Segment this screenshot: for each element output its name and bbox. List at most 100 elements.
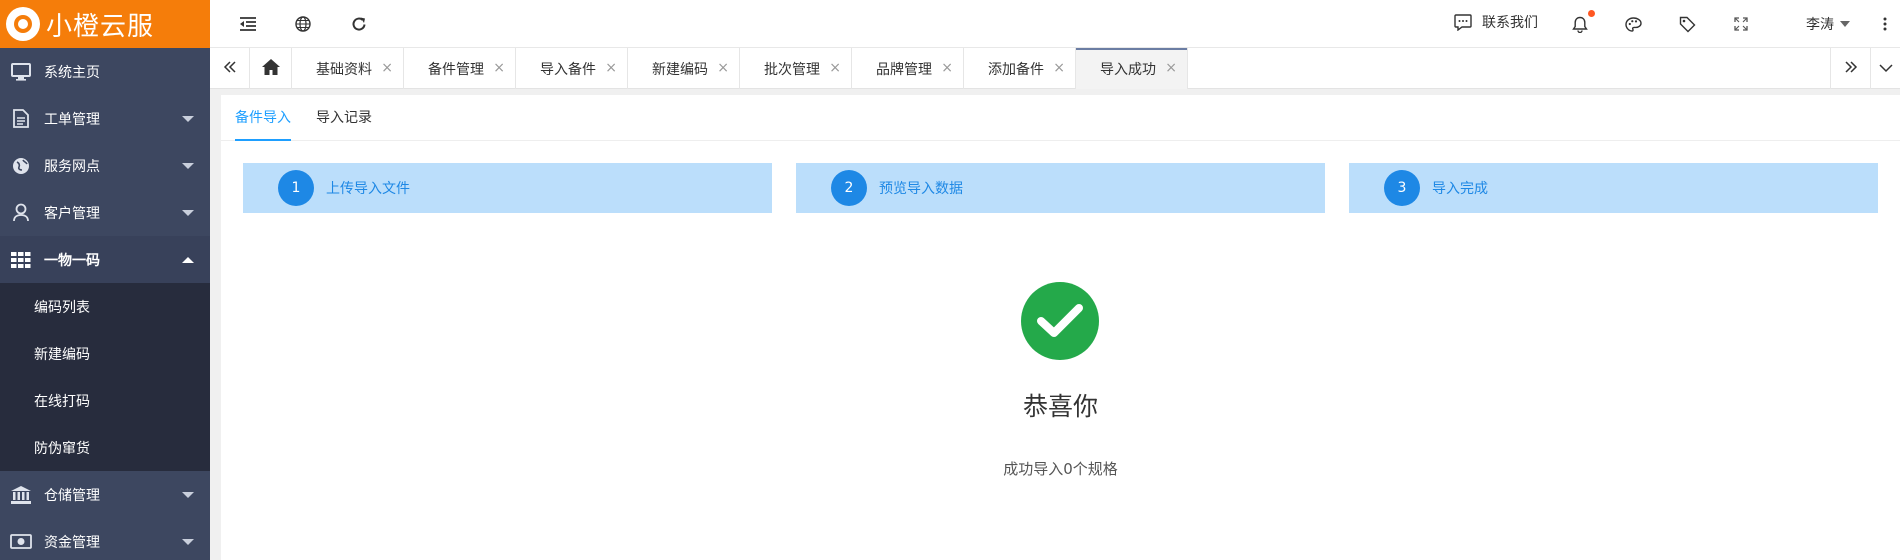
result-title: 恭喜你: [1022, 392, 1098, 421]
submenu-item-online-print[interactable]: 在线打码: [0, 377, 210, 424]
sidebar-item-customers[interactable]: 客户管理: [0, 189, 210, 236]
tab-parts-import[interactable]: 备件导入: [235, 95, 291, 141]
submenu-item-new-code[interactable]: 新建编码: [0, 330, 210, 377]
top-bar: 联系我们 李涛: [210, 0, 1900, 48]
palette-icon[interactable]: [1622, 13, 1644, 35]
sidebar-item-funds[interactable]: 资金管理: [0, 518, 210, 560]
caret-down-icon: [1840, 21, 1850, 27]
fullscreen-icon[interactable]: [1730, 13, 1752, 35]
chat-icon: [1454, 13, 1472, 31]
close-icon[interactable]: ×: [829, 60, 841, 76]
home-icon: [261, 58, 280, 79]
contact-us-button[interactable]: 联系我们: [1444, 12, 1538, 32]
tab-label: 备件管理: [428, 61, 484, 78]
sidebar-item-label: 系统主页: [44, 64, 100, 81]
notification-dot: [1588, 10, 1595, 17]
tab-label: 导入备件: [540, 61, 596, 78]
double-chevron-right-icon: [1844, 60, 1858, 78]
tab-label: 基础资料: [316, 61, 372, 78]
page-tabs-bar: 基础资料 × 备件管理 × 导入备件 × 新建编码 × 批次管理 × 品牌管理 …: [210, 48, 1900, 89]
brand-logo[interactable]: 小橙云服: [0, 0, 210, 48]
refresh-icon[interactable]: [348, 13, 370, 35]
close-icon[interactable]: ×: [381, 60, 393, 76]
main-content: 备件导入 导入记录 1 上传导入文件 2 预览导入数据 3 导入完成 恭喜你 成…: [221, 95, 1900, 560]
tab-label: 导入成功: [1100, 61, 1156, 78]
step-label: 预览导入数据: [879, 181, 963, 197]
step-upload: 1 上传导入文件: [243, 163, 772, 213]
tab-home[interactable]: [250, 48, 292, 89]
globe-icon[interactable]: [292, 13, 314, 35]
tab-import-records[interactable]: 导入记录: [316, 95, 372, 141]
chevron-down-icon: [182, 209, 194, 216]
double-chevron-left-icon: [223, 60, 237, 78]
globe-icon: [10, 155, 32, 177]
menu-fold-icon[interactable]: [237, 13, 259, 35]
close-icon[interactable]: ×: [941, 60, 953, 76]
money-icon: [10, 531, 32, 553]
user-icon: [10, 202, 32, 224]
step-number: 2: [831, 170, 867, 206]
document-icon: [10, 108, 32, 130]
tab-parts-management[interactable]: 备件管理 ×: [404, 48, 516, 89]
step-preview: 2 预览导入数据: [796, 163, 1325, 213]
bank-icon: [10, 484, 32, 506]
user-menu[interactable]: 李涛: [1806, 14, 1850, 34]
sidebar-item-warehouse[interactable]: 仓储管理: [0, 471, 210, 518]
step-number: 1: [278, 170, 314, 206]
import-steps: 1 上传导入文件 2 预览导入数据 3 导入完成: [243, 163, 1878, 213]
tab-basic-data[interactable]: 基础资料 ×: [292, 48, 404, 89]
grid-icon: [10, 249, 32, 271]
tab-import-parts[interactable]: 导入备件 ×: [516, 48, 628, 89]
sidebar-item-label: 一物一码: [44, 252, 100, 269]
chevron-down-icon: [182, 115, 194, 122]
tab-label: 添加备件: [988, 61, 1044, 78]
submenu-item-anti-counterfeit[interactable]: 防伪窜货: [0, 424, 210, 471]
tag-icon[interactable]: [1676, 13, 1698, 35]
close-icon[interactable]: ×: [1165, 60, 1177, 76]
sidebar-item-service-outlets[interactable]: 服务网点: [0, 142, 210, 189]
tab-label: 新建编码: [652, 61, 708, 78]
sidebar-item-label: 仓储管理: [44, 487, 100, 504]
submenu-item-code-list[interactable]: 编码列表: [0, 283, 210, 330]
bell-icon[interactable]: [1569, 10, 1595, 35]
close-icon[interactable]: ×: [717, 60, 729, 76]
close-icon[interactable]: ×: [1053, 60, 1065, 76]
sidebar-item-home[interactable]: 系统主页: [0, 48, 210, 95]
tab-import-success[interactable]: 导入成功 ×: [1076, 48, 1188, 89]
tab-label: 品牌管理: [876, 61, 932, 78]
sidebar-item-label: 客户管理: [44, 205, 100, 222]
tab-add-parts[interactable]: 添加备件 ×: [964, 48, 1076, 89]
tab-batch-management[interactable]: 批次管理 ×: [740, 48, 852, 89]
sub-tabs: 备件导入 导入记录: [221, 95, 1900, 141]
chevron-up-icon: [182, 256, 194, 263]
chevron-down-icon: [182, 538, 194, 545]
tabs-scroll-right-button[interactable]: [1830, 48, 1870, 89]
result-message: 成功导入0个规格: [1003, 460, 1118, 478]
sidebar-item-label: 资金管理: [44, 534, 100, 551]
step-number: 3: [1384, 170, 1420, 206]
tab-label: 批次管理: [764, 61, 820, 78]
tab-brand-management[interactable]: 品牌管理 ×: [852, 48, 964, 89]
chevron-down-icon: [182, 162, 194, 169]
step-label: 导入完成: [1432, 181, 1488, 197]
submenu-one-code: 编码列表 新建编码 在线打码 防伪窜货: [0, 283, 210, 471]
more-icon[interactable]: [1874, 13, 1896, 35]
close-icon[interactable]: ×: [605, 60, 617, 76]
close-icon[interactable]: ×: [493, 60, 505, 76]
tabs-scroll-left-button[interactable]: [210, 48, 250, 89]
sidebar-item-one-code[interactable]: 一物一码: [0, 236, 210, 283]
step-label: 上传导入文件: [326, 181, 410, 197]
sidebar-item-work-orders[interactable]: 工单管理: [0, 95, 210, 142]
sidebar-item-label: 服务网点: [44, 158, 100, 175]
contact-us-label: 联系我们: [1482, 15, 1538, 31]
tab-new-code[interactable]: 新建编码 ×: [628, 48, 740, 89]
chevron-down-icon: [1878, 61, 1893, 77]
user-name: 李涛: [1806, 17, 1834, 33]
sidebar-item-label: 工单管理: [44, 111, 100, 128]
success-check-icon: [1021, 282, 1099, 360]
step-complete: 3 导入完成: [1349, 163, 1878, 213]
logo-icon: [6, 7, 40, 41]
tabs-dropdown-button[interactable]: [1870, 48, 1900, 89]
brand-name: 小橙云服: [46, 11, 155, 42]
chevron-down-icon: [182, 491, 194, 498]
